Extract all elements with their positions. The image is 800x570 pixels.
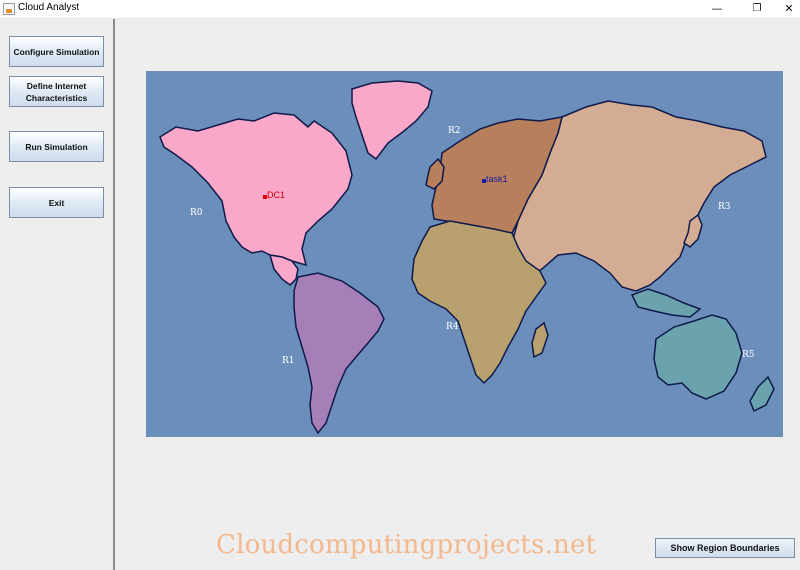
region-label-r1: R1 — [282, 356, 295, 366]
window-title: Cloud Analyst — [18, 2, 80, 13]
run-simulation-button[interactable]: Run Simulation — [9, 131, 104, 162]
configure-simulation-button[interactable]: Configure Simulation — [9, 36, 104, 67]
show-region-boundaries-button[interactable]: Show Region Boundaries — [655, 538, 795, 558]
userbase-label: task1 — [486, 174, 508, 184]
restore-icon[interactable]: ❐ — [740, 0, 774, 18]
datacenter-label: DC1 — [267, 190, 285, 200]
define-internet-characteristics-button[interactable]: Define Internet Characteristics — [9, 76, 104, 107]
close-icon[interactable]: ✕ — [772, 0, 800, 18]
world-map[interactable]: R0 R1 R2 R3 R4 R5 DC1 task1 — [146, 71, 783, 437]
region-label-r2: R2 — [448, 126, 461, 136]
world-map-canvas[interactable]: R0 R1 R2 R3 R4 R5 DC1 task1 — [146, 71, 783, 437]
region-label-r4: R4 — [446, 322, 459, 332]
left-panel: Configure Simulation Define Internet Cha… — [0, 19, 115, 570]
region-label-r5: R5 — [742, 350, 755, 360]
watermark-text: Cloudcomputingprojects.net — [216, 530, 597, 560]
region-label-r0: R0 — [190, 208, 203, 218]
app-icon — [3, 3, 15, 15]
minimize-icon[interactable]: — — [700, 0, 734, 18]
region-label-r3: R3 — [718, 202, 731, 212]
title-bar: Cloud Analyst — ❐ ✕ — [0, 0, 800, 19]
exit-button[interactable]: Exit — [9, 187, 104, 218]
